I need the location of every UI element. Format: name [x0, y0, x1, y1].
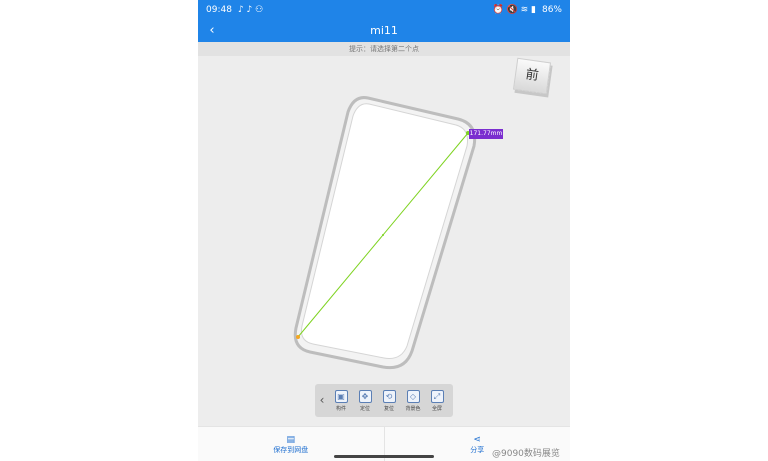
toolbar-component-button[interactable]: ▣ 构件: [329, 389, 353, 412]
home-indicator[interactable]: [334, 455, 434, 458]
model-viewport[interactable]: [198, 56, 570, 426]
hint-text: 提示：请选择第二个点: [198, 42, 570, 56]
reset-icon: ⟲: [382, 389, 396, 403]
fullscreen-icon: ⤢: [430, 389, 444, 403]
locate-icon: ✥: [358, 389, 372, 403]
toolbar-background-button[interactable]: ◇ 背景色: [401, 389, 425, 412]
share-label: 分享: [470, 445, 485, 454]
toolbar-reset-label: 复位: [383, 405, 394, 412]
toolbar-component-label: 构件: [335, 405, 346, 412]
status-bar: 09:48 ♪ ♪ ⚇ ⏰ 🔇 ≋ ▮ 86%: [198, 0, 570, 20]
toolbar-fullscreen-button[interactable]: ⤢ 全屏: [425, 389, 449, 412]
measure-midpoint: [382, 234, 384, 236]
toolbar-fullscreen-label: 全屏: [431, 405, 442, 412]
save-icon: ▤: [286, 434, 295, 445]
watermark: @9090数码展览: [492, 449, 560, 459]
toolbar-collapse-icon[interactable]: ‹: [315, 384, 329, 417]
view-cube[interactable]: 前: [512, 57, 552, 95]
share-icon: ⋖: [473, 434, 482, 445]
system-icons: ⏰ 🔇 ≋ ▮: [492, 5, 536, 15]
measure-point-start: [296, 335, 300, 339]
background-color-icon: ◇: [406, 389, 420, 403]
status-time: 09:48: [206, 5, 232, 15]
battery-level: 86%: [541, 5, 562, 15]
notification-icons: ♪ ♪ ⚇: [237, 5, 264, 15]
title-bar: ‹ mi11: [198, 20, 570, 42]
toolbar-background-label: 背景色: [405, 405, 421, 412]
toolbar-locate-label: 定位: [359, 405, 370, 412]
save-label: 保存到网盘: [273, 445, 309, 454]
page-title: mi11: [370, 24, 398, 37]
measurement-label: 171.77mm: [469, 129, 503, 139]
component-icon: ▣: [334, 389, 348, 403]
phone-model-drawing: [293, 96, 477, 370]
toolbar-reset-button[interactable]: ⟲ 复位: [377, 389, 401, 412]
toolbar-locate-button[interactable]: ✥ 定位: [353, 389, 377, 412]
bottom-toolbar: ‹ ▣ 构件 ✥ 定位 ⟲ 复位 ◇ 背景色 ⤢ 全屏: [315, 384, 453, 417]
phone-screen: 09:48 ♪ ♪ ⚇ ⏰ 🔇 ≋ ▮ 86% ‹ mi11 提示：请选择第二个…: [198, 0, 570, 461]
